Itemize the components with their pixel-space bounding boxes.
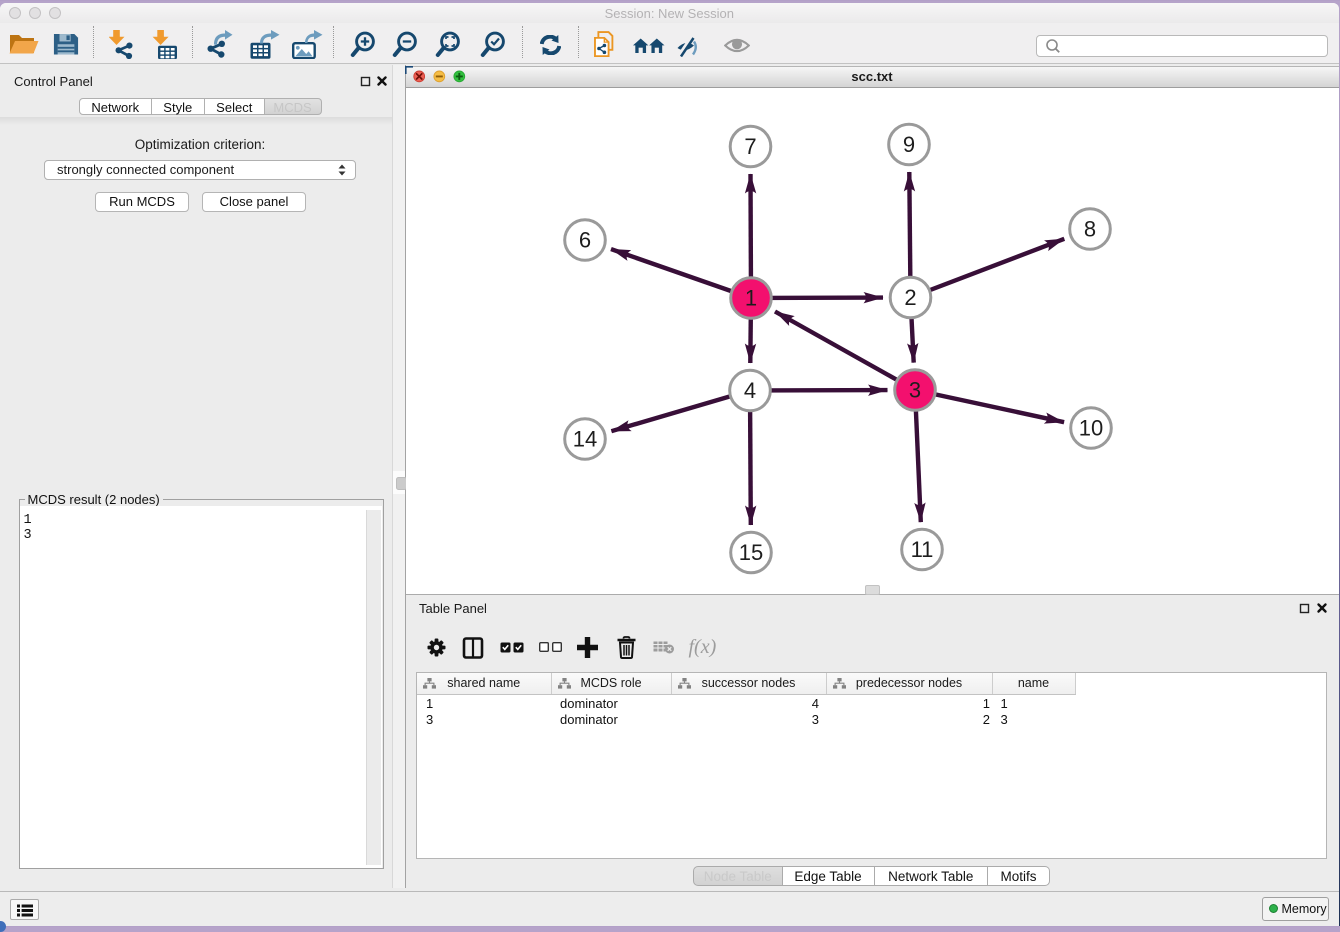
svg-text:1: 1: [744, 285, 756, 310]
svg-text:9: 9: [902, 132, 914, 157]
svg-text:2: 2: [904, 285, 916, 310]
svg-text:3: 3: [908, 377, 920, 402]
svg-text:10: 10: [1078, 415, 1102, 440]
svg-text:8: 8: [1083, 216, 1095, 241]
svg-text:6: 6: [578, 227, 590, 252]
svg-text:15: 15: [738, 540, 762, 565]
svg-text:11: 11: [910, 537, 933, 562]
svg-text:14: 14: [572, 426, 596, 451]
svg-text:7: 7: [744, 134, 756, 159]
svg-text:4: 4: [743, 378, 755, 403]
